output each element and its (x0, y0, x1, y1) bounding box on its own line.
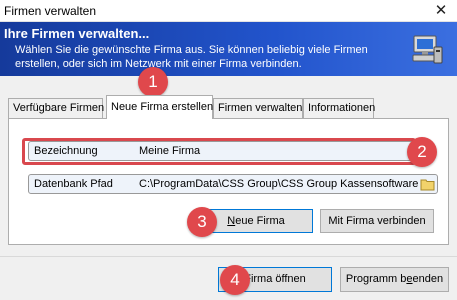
database-path-field[interactable]: Datenbank Pfad C:\ProgramData\CSS Group\… (28, 174, 438, 194)
callout-badge-3: 3 (187, 207, 217, 237)
tab-label: Verfügbare Firmen (13, 102, 105, 114)
quit-label-b: enden (412, 273, 444, 285)
divider (0, 256, 457, 257)
connect-company-label: Mit Firma verbinden (328, 215, 426, 227)
banner-description: Wählen Sie die gewünschte Firma aus. Sie… (15, 44, 368, 70)
quit-program-button[interactable]: Programm beenden (340, 267, 449, 292)
quit-label-a: Programm b (345, 273, 407, 285)
title-bar: Firmen verwalten ✕ (0, 0, 457, 22)
open-company-label: Firma öffnen (244, 273, 306, 285)
callout-badge-2: 2 (407, 137, 437, 167)
close-icon[interactable]: ✕ (425, 0, 457, 22)
database-path-value[interactable]: C:\ProgramData\CSS Group\CSS Group Kasse… (139, 178, 419, 190)
tab-label: Firmen verwalten (218, 102, 303, 114)
database-path-label: Datenbank Pfad (34, 178, 113, 190)
tab-neue-firma-erstellen[interactable]: Neue Firma erstellen (106, 95, 213, 119)
window-title: Firmen verwalten (4, 4, 97, 18)
banner-title: Ihre Firmen verwalten... (4, 26, 150, 41)
tab-informationen[interactable]: Informationen (303, 98, 376, 118)
highlight-company-name (22, 138, 416, 165)
new-company-mnemonic: N (227, 215, 236, 227)
callout-badge-4: 4 (220, 265, 250, 295)
new-company-label: eue Firma (235, 215, 285, 227)
connect-company-button[interactable]: Mit Firma verbinden (320, 209, 434, 233)
callout-badge-1: 1 (138, 67, 168, 97)
tab-verfuegbare-firmen[interactable]: Verfügbare Firmen (8, 98, 105, 118)
tab-label: Neue Firma erstellen (111, 101, 214, 113)
tab-firmen-verwalten[interactable]: Firmen verwalten (213, 98, 303, 118)
computer-icon (412, 35, 443, 64)
header-banner: Ihre Firmen verwalten... Wählen Sie die … (0, 22, 457, 76)
folder-icon[interactable] (420, 176, 436, 192)
tab-label: Informationen (308, 102, 376, 114)
